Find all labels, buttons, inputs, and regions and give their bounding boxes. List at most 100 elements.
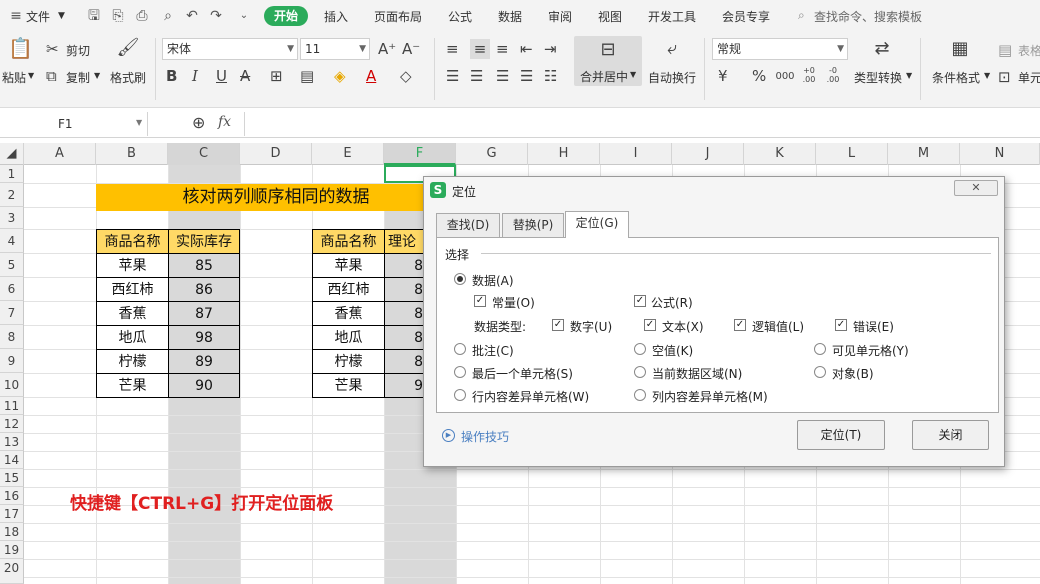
- column-header-b[interactable]: B: [96, 143, 168, 165]
- tab-goto[interactable]: 定位(G): [565, 211, 629, 238]
- fill-pattern-icon[interactable]: ▤: [300, 68, 314, 84]
- table2-header-name[interactable]: 商品名称: [312, 229, 385, 254]
- close-icon[interactable]: ✕: [954, 180, 998, 196]
- column-header-d[interactable]: D: [240, 143, 312, 165]
- radio-col-diff[interactable]: [634, 389, 646, 401]
- table1-cell[interactable]: 芒果: [96, 373, 169, 398]
- table1-cell[interactable]: 90: [168, 373, 240, 398]
- table2-header-theory[interactable]: 理论: [384, 229, 424, 254]
- scissors-icon[interactable]: ✂: [46, 41, 59, 57]
- row-header-11[interactable]: 11: [0, 397, 24, 415]
- table2-cell[interactable]: 柠檬: [312, 349, 385, 374]
- table-style-button[interactable]: 表格: [1018, 42, 1040, 59]
- table2-cell[interactable]: 8: [384, 349, 424, 374]
- name-box[interactable]: F1 ▼: [0, 112, 148, 136]
- decrease-indent-icon[interactable]: ⇤: [520, 41, 533, 57]
- cut-button[interactable]: 剪切: [66, 42, 90, 59]
- wrap-text-icon[interactable]: ⤶: [660, 40, 684, 58]
- align-bottom-icon[interactable]: ≡: [496, 41, 509, 57]
- increase-font-icon[interactable]: A⁺: [378, 41, 396, 57]
- checkbox-constants[interactable]: ✓: [474, 295, 486, 307]
- type-convert-chevron-icon[interactable]: ▼: [906, 71, 912, 80]
- radio-row-diff[interactable]: [454, 389, 466, 401]
- row-header-19[interactable]: 19: [0, 541, 24, 559]
- checkbox-number[interactable]: ✓: [552, 319, 564, 331]
- fx-button[interactable]: fx: [218, 114, 231, 130]
- column-header-f[interactable]: F: [384, 143, 456, 165]
- locate-button[interactable]: 定位(T): [797, 420, 885, 450]
- table2-cell[interactable]: 8: [384, 325, 424, 350]
- decrease-decimal-button[interactable]: -0 .00: [824, 66, 842, 84]
- sheet-title[interactable]: 核对两列顺序相同的数据: [96, 184, 456, 211]
- increase-indent-icon[interactable]: ⇥: [544, 41, 557, 57]
- tips-link[interactable]: 操作技巧: [461, 428, 509, 445]
- row-header-15[interactable]: 15: [0, 469, 24, 487]
- zoom-icon[interactable]: ⊕: [192, 115, 205, 131]
- distributed-icon[interactable]: ☷: [544, 68, 557, 84]
- tab-replace[interactable]: 替换(P): [502, 213, 564, 237]
- column-header-e[interactable]: E: [312, 143, 384, 165]
- customize-chevron-icon[interactable]: ⌄: [236, 8, 252, 24]
- radio-objects[interactable]: [814, 366, 826, 378]
- table1-cell[interactable]: 香蕉: [96, 301, 169, 326]
- table2-cell[interactable]: 芒果: [312, 373, 385, 398]
- table1-cell[interactable]: 85: [168, 253, 240, 278]
- checkbox-logical[interactable]: ✓: [734, 319, 746, 331]
- decrease-font-icon[interactable]: A⁻: [402, 41, 420, 57]
- currency-button[interactable]: ¥: [718, 68, 728, 84]
- radio-comments[interactable]: [454, 343, 466, 355]
- row-header-10[interactable]: 10: [0, 373, 24, 397]
- row-header-18[interactable]: 18: [0, 523, 24, 541]
- column-header-j[interactable]: J: [672, 143, 744, 165]
- number-format-select[interactable]: 常规 ▼: [712, 38, 848, 60]
- column-header-l[interactable]: L: [816, 143, 888, 165]
- cell-style-icon[interactable]: ⊡: [998, 69, 1011, 85]
- column-header-m[interactable]: M: [888, 143, 960, 165]
- column-header-k[interactable]: K: [744, 143, 816, 165]
- row-header-14[interactable]: 14: [0, 451, 24, 469]
- search-icon[interactable]: ⌕: [798, 8, 805, 23]
- column-header-i[interactable]: I: [600, 143, 672, 165]
- file-menu-chevron-icon[interactable]: ▼: [58, 11, 65, 21]
- table2-cell[interactable]: 西红柿: [312, 277, 385, 302]
- table2-cell[interactable]: 苹果: [312, 253, 385, 278]
- save-icon[interactable]: 🖫: [86, 8, 102, 24]
- format-painter-icon[interactable]: 🖌: [116, 39, 140, 57]
- column-header-n[interactable]: N: [960, 143, 1040, 165]
- conditional-format-button[interactable]: 条件格式: [932, 69, 980, 86]
- type-convert-button[interactable]: 类型转换: [854, 69, 902, 86]
- italic-button[interactable]: I: [192, 68, 198, 84]
- tab-review[interactable]: 审阅: [548, 8, 572, 25]
- conditional-format-chevron-icon[interactable]: ▼: [984, 71, 990, 80]
- percent-button[interactable]: %: [752, 68, 766, 84]
- column-header-g[interactable]: G: [456, 143, 528, 165]
- tab-home[interactable]: 开始: [264, 6, 308, 26]
- table1-cell[interactable]: 98: [168, 325, 240, 350]
- align-right-icon[interactable]: ☰: [496, 68, 509, 84]
- row-header-13[interactable]: 13: [0, 433, 24, 451]
- font-name-select[interactable]: 宋体 ▼: [162, 38, 298, 60]
- table2-cell[interactable]: 香蕉: [312, 301, 385, 326]
- row-header-5[interactable]: 5: [0, 253, 24, 277]
- checkbox-formulas[interactable]: ✓: [634, 295, 646, 307]
- align-middle-icon[interactable]: ≡: [470, 39, 490, 59]
- hamburger-icon[interactable]: ≡: [8, 8, 24, 24]
- row-header-1[interactable]: 1: [0, 165, 24, 183]
- table2-cell[interactable]: 8: [384, 301, 424, 326]
- merge-center-button[interactable]: ⊟ 合并居中 ▼: [574, 36, 642, 86]
- underline-button[interactable]: U: [216, 68, 227, 84]
- table1-header-name[interactable]: 商品名称: [96, 229, 169, 254]
- radio-current-region[interactable]: [634, 366, 646, 378]
- strikethrough-icon[interactable]: A: [240, 68, 250, 84]
- copy-icon[interactable]: ⧉: [46, 68, 57, 84]
- column-header-h[interactable]: H: [528, 143, 600, 165]
- align-center-icon[interactable]: ☰: [470, 68, 483, 84]
- play-icon[interactable]: ▶: [442, 429, 455, 442]
- radio-last-cell[interactable]: [454, 366, 466, 378]
- print-icon[interactable]: ⎙: [134, 8, 150, 24]
- table2-cell[interactable]: 8: [384, 253, 424, 278]
- radio-blanks[interactable]: [634, 343, 646, 355]
- checkbox-text[interactable]: ✓: [644, 319, 656, 331]
- formula-input[interactable]: [244, 112, 1040, 136]
- table1-cell[interactable]: 89: [168, 349, 240, 374]
